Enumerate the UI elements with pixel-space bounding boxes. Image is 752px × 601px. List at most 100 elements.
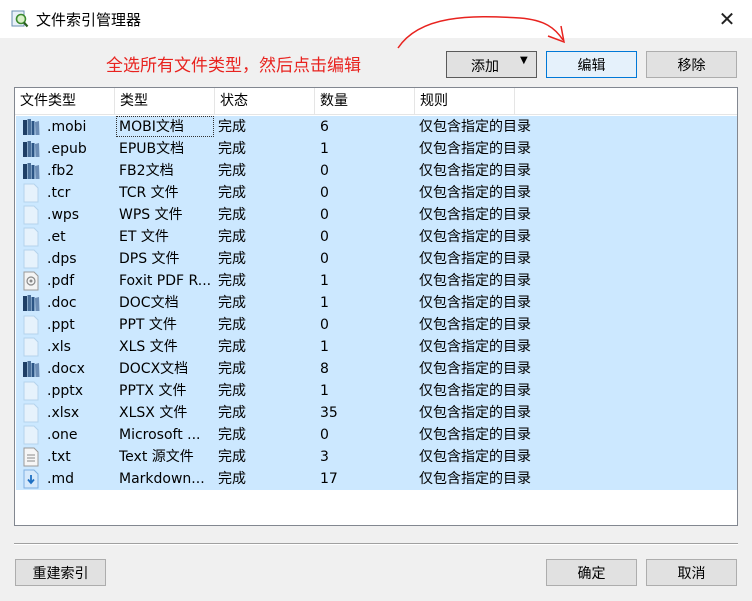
cell-count: 3 bbox=[320, 449, 329, 465]
cell-extension: .dps bbox=[47, 251, 77, 267]
cell-count: 0 bbox=[320, 317, 329, 333]
cell-type: ET 文件 bbox=[119, 229, 169, 245]
cell-type: DPS 文件 bbox=[119, 251, 180, 267]
column-header-type[interactable]: 类型 bbox=[115, 88, 215, 114]
cell-type: PPT 文件 bbox=[119, 317, 177, 333]
cell-type: DOC文档 bbox=[119, 295, 179, 311]
file-type-list[interactable]: 文件类型 类型 状态 数量 规则 .mobi MOBI文档 完成 6 仅包含指定的目录.… bbox=[14, 87, 738, 526]
cell-extension: .one bbox=[47, 427, 78, 443]
cell-rule: 仅包含指定的目录 bbox=[419, 317, 531, 333]
cell-type: TCR 文件 bbox=[119, 185, 179, 201]
remove-button[interactable]: 移除 bbox=[646, 51, 737, 78]
table-row[interactable]: .mobi MOBI文档 完成 6 仅包含指定的目录 bbox=[16, 116, 737, 138]
cell-status: 完成 bbox=[218, 207, 246, 223]
close-button[interactable]: ✕ bbox=[712, 4, 742, 34]
cell-extension: .fb2 bbox=[47, 163, 75, 179]
cell-count: 0 bbox=[320, 229, 329, 245]
table-row[interactable]: .pptx PPTX 文件 完成 1 仅包含指定的目录 bbox=[16, 380, 737, 402]
cell-count: 1 bbox=[320, 295, 329, 311]
cell-status: 完成 bbox=[218, 251, 246, 267]
cell-type: XLSX 文件 bbox=[119, 405, 188, 421]
markdown-file-icon bbox=[22, 469, 40, 489]
ebook-books-icon bbox=[22, 359, 40, 379]
cell-rule: 仅包含指定的目录 bbox=[419, 185, 531, 201]
table-row[interactable]: .epub EPUB文档 完成 1 仅包含指定的目录 bbox=[16, 138, 737, 160]
cell-type: Text 源文件 bbox=[119, 449, 194, 465]
cell-count: 0 bbox=[320, 163, 329, 179]
cell-extension: .md bbox=[47, 471, 74, 487]
table-row[interactable]: .dps DPS 文件 完成 0 仅包含指定的目录 bbox=[16, 248, 737, 270]
blank-file-icon bbox=[22, 249, 40, 269]
cell-rule: 仅包含指定的目录 bbox=[419, 273, 531, 289]
table-row[interactable]: .ppt PPT 文件 完成 0 仅包含指定的目录 bbox=[16, 314, 737, 336]
cell-type: PPTX 文件 bbox=[119, 383, 187, 399]
cell-extension: .xlsx bbox=[47, 405, 80, 421]
cell-extension: .wps bbox=[47, 207, 80, 223]
instruction-annotation: 全选所有文件类型，然后点击编辑 bbox=[106, 56, 361, 76]
cell-status: 完成 bbox=[218, 427, 246, 443]
table-row[interactable]: .one Microsoft ... 完成 0 仅包含指定的目录 bbox=[16, 424, 737, 446]
cell-type: Markdown... bbox=[119, 471, 205, 487]
column-header-status[interactable]: 状态 bbox=[215, 88, 315, 114]
add-button-label: 添加 bbox=[471, 59, 499, 75]
cell-count: 6 bbox=[320, 119, 329, 135]
table-row[interactable]: .doc DOC文档 完成 1 仅包含指定的目录 bbox=[16, 292, 737, 314]
cell-status: 完成 bbox=[218, 317, 246, 333]
title-bar: 文件索引管理器 ✕ bbox=[0, 0, 752, 38]
cell-extension: .mobi bbox=[47, 119, 87, 135]
cell-extension: .et bbox=[47, 229, 66, 245]
cell-type: Foxit PDF R... bbox=[119, 273, 212, 289]
rebuild-index-button[interactable]: 重建索引 bbox=[15, 559, 106, 586]
table-row[interactable]: .tcr TCR 文件 完成 0 仅包含指定的目录 bbox=[16, 182, 737, 204]
blank-file-icon bbox=[22, 425, 40, 445]
close-icon: ✕ bbox=[718, 7, 736, 31]
table-row[interactable]: .fb2 FB2文档 完成 0 仅包含指定的目录 bbox=[16, 160, 737, 182]
cell-count: 8 bbox=[320, 361, 329, 377]
column-header-rule[interactable]: 规则 bbox=[415, 88, 515, 114]
table-row[interactable]: .et ET 文件 完成 0 仅包含指定的目录 bbox=[16, 226, 737, 248]
cell-count: 1 bbox=[320, 383, 329, 399]
cell-rule: 仅包含指定的目录 bbox=[419, 427, 531, 443]
cell-count: 0 bbox=[320, 185, 329, 201]
column-header-count[interactable]: 数量 bbox=[315, 88, 415, 114]
table-row[interactable]: .xlsx XLSX 文件 完成 35 仅包含指定的目录 bbox=[16, 402, 737, 424]
ebook-books-icon bbox=[22, 117, 40, 137]
cell-extension: .doc bbox=[47, 295, 77, 311]
cell-status: 完成 bbox=[218, 339, 246, 355]
cell-rule: 仅包含指定的目录 bbox=[419, 405, 531, 421]
cell-status: 完成 bbox=[218, 273, 246, 289]
add-dropdown-button[interactable]: 添加 ▼ bbox=[446, 51, 537, 78]
table-row[interactable]: .txt Text 源文件 完成 3 仅包含指定的目录 bbox=[16, 446, 737, 468]
window-title: 文件索引管理器 bbox=[36, 11, 142, 29]
text-file-icon bbox=[22, 447, 40, 467]
table-row[interactable]: .wps WPS 文件 完成 0 仅包含指定的目录 bbox=[16, 204, 737, 226]
cell-count: 0 bbox=[320, 427, 329, 443]
cell-extension: .docx bbox=[47, 361, 85, 377]
table-row[interactable]: .xls XLS 文件 完成 1 仅包含指定的目录 bbox=[16, 336, 737, 358]
divider bbox=[14, 543, 738, 545]
cell-count: 1 bbox=[320, 141, 329, 157]
cell-extension: .ppt bbox=[47, 317, 75, 333]
column-header-file-type[interactable]: 文件类型 bbox=[15, 88, 115, 114]
cancel-button[interactable]: 取消 bbox=[646, 559, 737, 586]
list-header: 文件类型 类型 状态 数量 规则 bbox=[15, 88, 737, 115]
cell-status: 完成 bbox=[218, 229, 246, 245]
ok-button[interactable]: 确定 bbox=[546, 559, 637, 586]
cell-rule: 仅包含指定的目录 bbox=[419, 141, 531, 157]
table-row[interactable]: .md Markdown... 完成 17 仅包含指定的目录 bbox=[16, 468, 737, 490]
cell-rule: 仅包含指定的目录 bbox=[419, 207, 531, 223]
edit-button[interactable]: 编辑 bbox=[546, 51, 637, 78]
cell-type: Microsoft ... bbox=[119, 427, 201, 443]
blank-file-icon bbox=[22, 381, 40, 401]
table-row[interactable]: .docx DOCX文档 完成 8 仅包含指定的目录 bbox=[16, 358, 737, 380]
table-row[interactable]: .pdf Foxit PDF R... 完成 1 仅包含指定的目录 bbox=[16, 270, 737, 292]
cell-extension: .xls bbox=[47, 339, 71, 355]
list-rows: .mobi MOBI文档 完成 6 仅包含指定的目录 .epub EPUB文档 完成 1 仅包含指… bbox=[16, 116, 737, 490]
cell-count: 0 bbox=[320, 251, 329, 267]
cell-status: 完成 bbox=[218, 295, 246, 311]
cell-extension: .tcr bbox=[47, 185, 71, 201]
cell-count: 0 bbox=[320, 207, 329, 223]
focus-rectangle bbox=[116, 116, 214, 137]
ebook-books-icon bbox=[22, 293, 40, 313]
cell-count: 17 bbox=[320, 471, 338, 487]
